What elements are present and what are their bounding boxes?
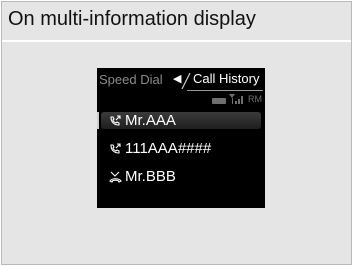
- call-name: Mr.AAA: [125, 112, 176, 129]
- caption: On multi-information display: [8, 8, 256, 30]
- call-history-row[interactable]: 111AAA####: [101, 140, 261, 157]
- tab-underline: [187, 90, 263, 91]
- call-history-row[interactable]: Mr.AAA: [97, 112, 261, 129]
- tab-speed-dial[interactable]: Speed Dial: [99, 72, 163, 87]
- missed-call-icon: [109, 171, 122, 183]
- call-number: 111AAA####: [125, 140, 212, 157]
- outgoing-call-icon: [110, 143, 121, 154]
- call-history-row[interactable]: Mr.BBB: [101, 168, 261, 185]
- outgoing-call-icon: [110, 115, 121, 126]
- roaming-indicator: RM: [248, 94, 262, 104]
- signal-strength-icon: [229, 94, 243, 104]
- caption-bar: On multi-information display: [2, 2, 351, 42]
- figure-panel: On multi-information display Speed Dial …: [1, 1, 352, 265]
- call-name: Mr.BBB: [125, 168, 176, 185]
- selection-marker: [97, 112, 99, 129]
- battery-icon: [212, 98, 226, 104]
- tab-call-history[interactable]: Call History: [189, 71, 261, 86]
- multi-information-display: Speed Dial ◀ Call History RM Mr.AAA 111A…: [97, 68, 265, 208]
- tab-bar: Speed Dial ◀ Call History: [97, 71, 265, 91]
- status-icons: RM: [212, 94, 262, 104]
